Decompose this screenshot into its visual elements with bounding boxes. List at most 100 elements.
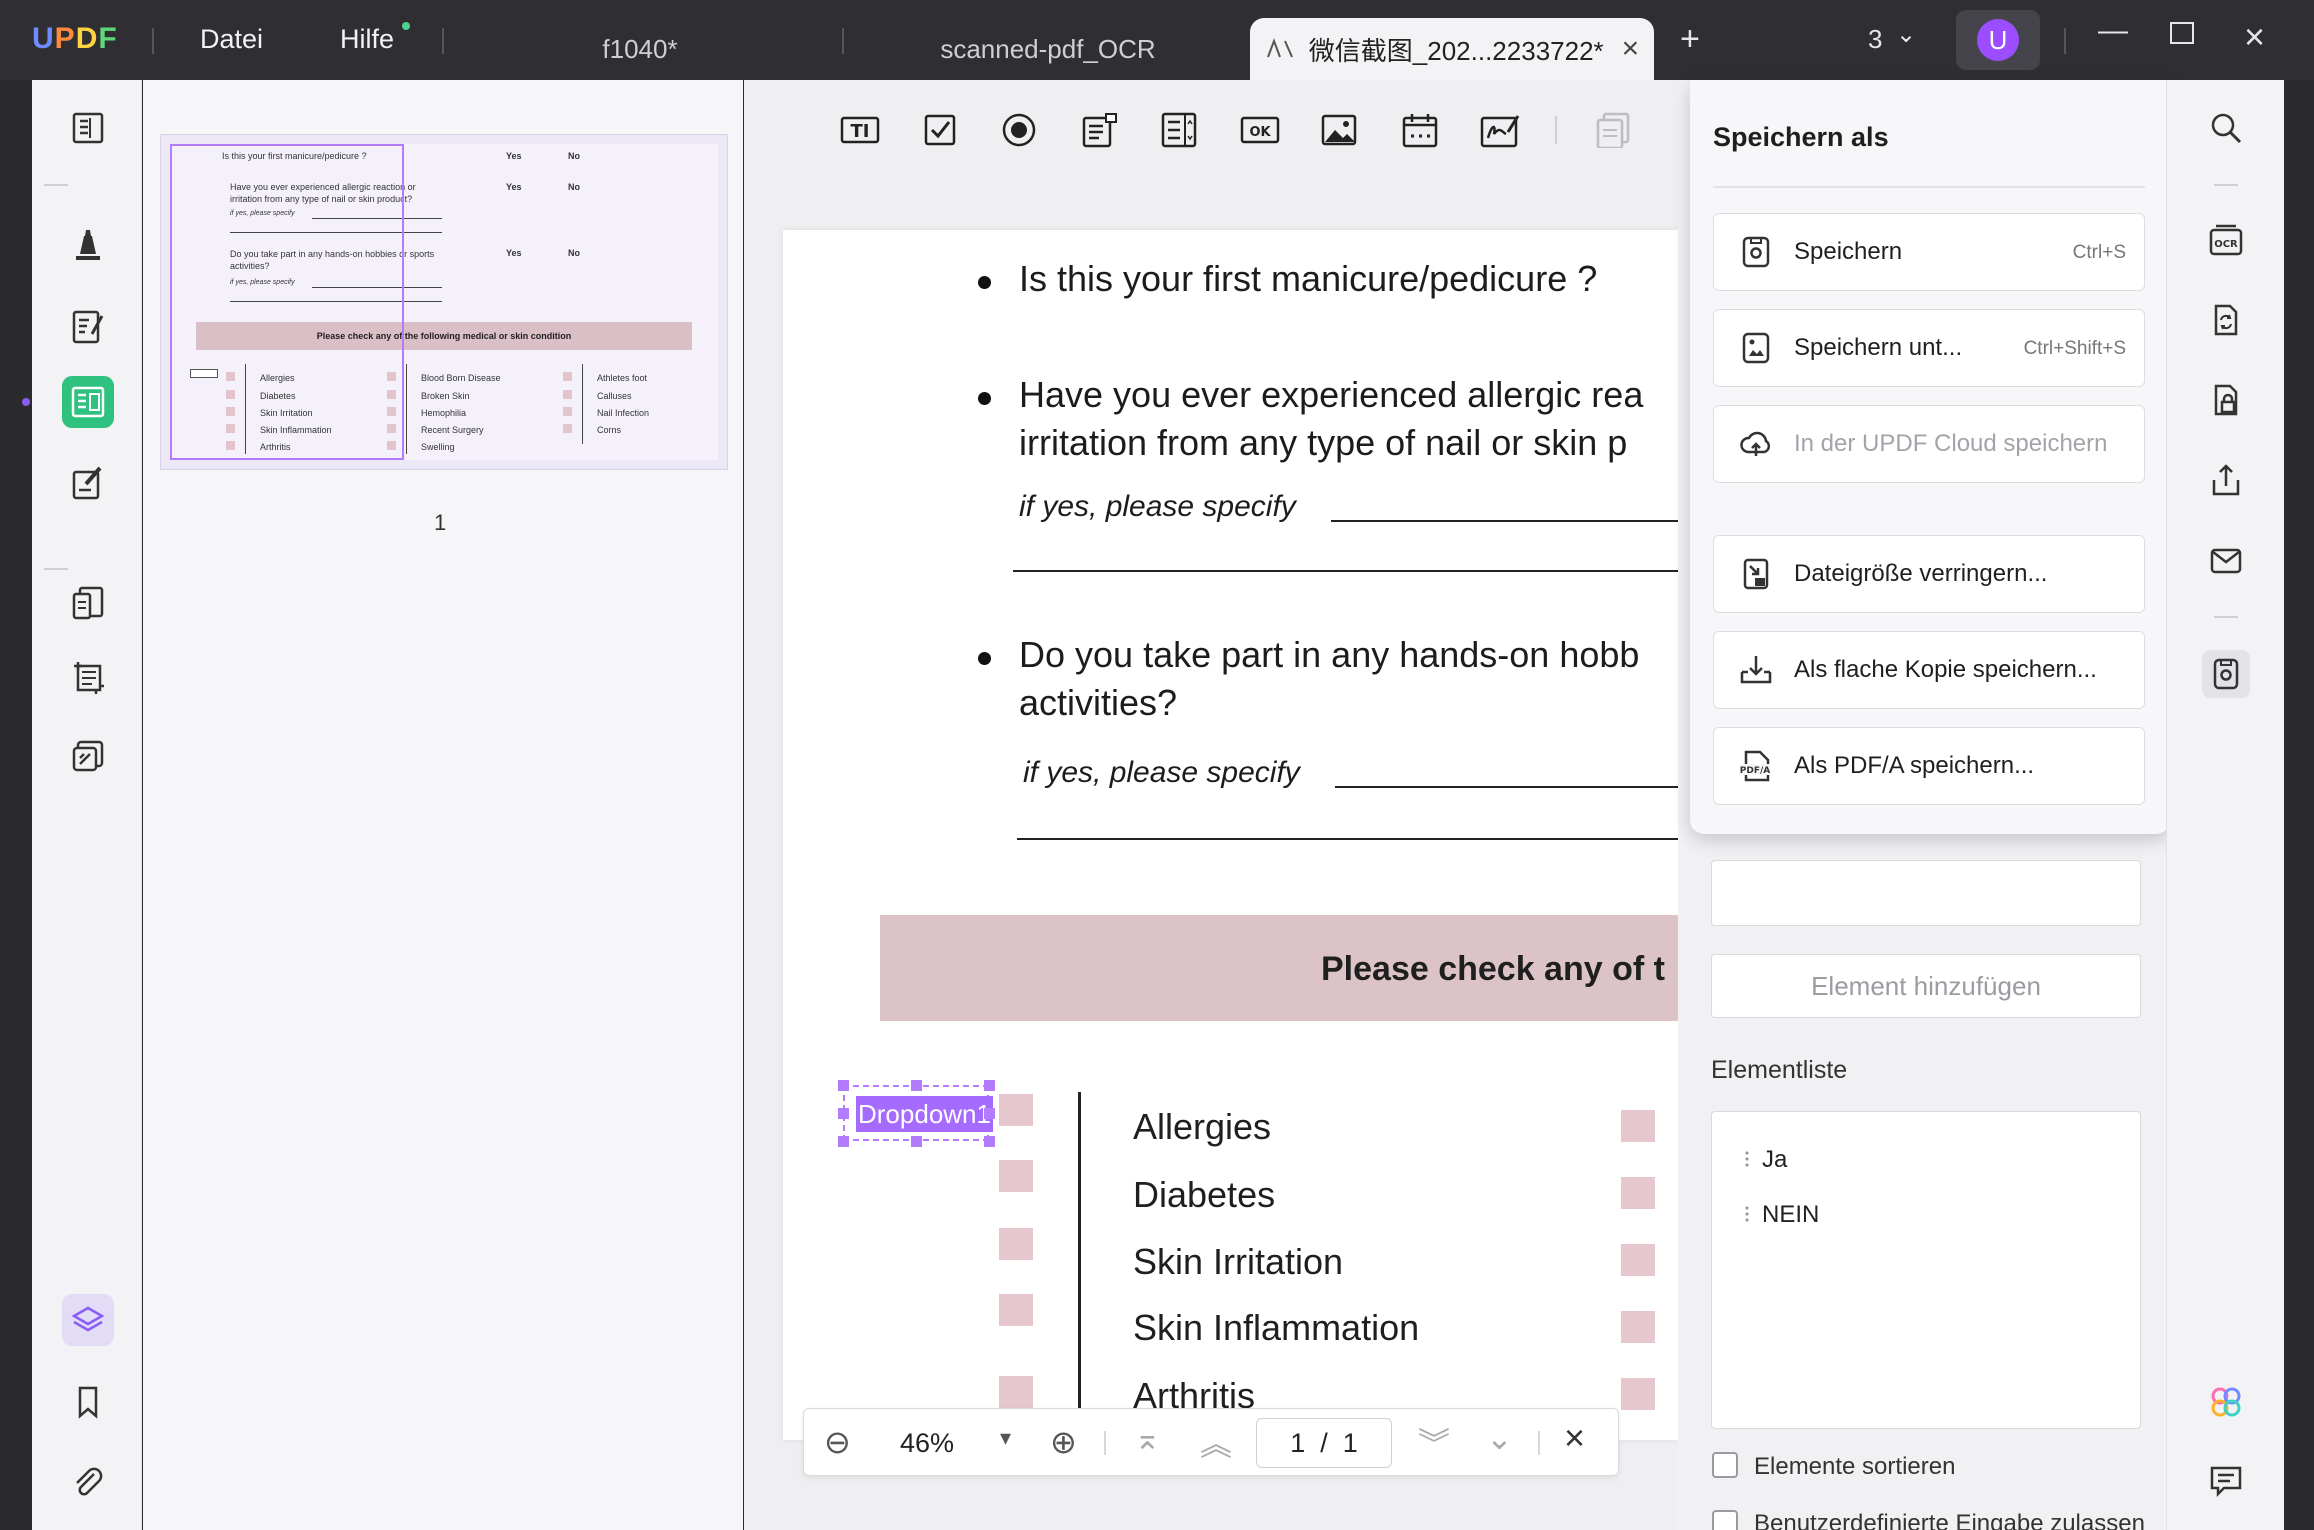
condition-checkbox[interactable] bbox=[1621, 1110, 1655, 1142]
resize-handle[interactable] bbox=[984, 1108, 995, 1119]
drag-handle-icon[interactable] bbox=[1744, 1150, 1750, 1168]
save-icon bbox=[1742, 236, 1770, 268]
zoom-dropdown-icon[interactable]: ▾ bbox=[1000, 1425, 1011, 1451]
zoom-level[interactable]: 46% bbox=[900, 1428, 954, 1459]
compress-icon bbox=[1743, 558, 1769, 590]
crop-pages-icon[interactable] bbox=[62, 650, 114, 702]
element-list-title: Elementliste bbox=[1711, 1056, 1848, 1084]
list-box-tool-icon[interactable] bbox=[1157, 110, 1201, 150]
item-text-input[interactable] bbox=[1711, 860, 2141, 926]
user-avatar[interactable]: U bbox=[1956, 10, 2040, 70]
close-window-icon[interactable]: × bbox=[2244, 16, 2265, 58]
reduce-file-size-button[interactable]: Dateigröße verringern... bbox=[1713, 535, 2145, 613]
zoom-out-icon[interactable]: ⊖ bbox=[824, 1423, 851, 1461]
attachment-icon[interactable] bbox=[62, 1456, 114, 1508]
thumb-yes: Yes bbox=[506, 151, 522, 161]
previous-page-icon[interactable]: ︽ bbox=[1200, 1419, 1232, 1465]
close-zoombar-icon[interactable]: × bbox=[1564, 1417, 1585, 1459]
ocr-icon[interactable]: OCR bbox=[2204, 218, 2248, 262]
chevron-down-icon[interactable]: ⌄ bbox=[1896, 20, 1916, 49]
thumb-checkbox bbox=[563, 372, 572, 381]
maximize-icon[interactable] bbox=[2170, 22, 2194, 44]
save-pdfa-button[interactable]: PDF/A Als PDF/A speichern... bbox=[1713, 727, 2145, 805]
resize-handle[interactable] bbox=[838, 1136, 849, 1147]
viewport-selection[interactable] bbox=[170, 144, 404, 460]
organize-pages-icon[interactable] bbox=[62, 576, 114, 628]
first-page-icon[interactable]: ⌅ bbox=[1134, 1419, 1161, 1457]
edit-pdf-icon[interactable] bbox=[62, 300, 114, 352]
dropdown-tool-icon[interactable] bbox=[1076, 110, 1120, 150]
close-tab-icon[interactable]: × bbox=[1622, 32, 1640, 66]
zoom-in-icon[interactable]: ⊕ bbox=[1050, 1423, 1077, 1461]
condition-checkbox[interactable] bbox=[999, 1228, 1033, 1260]
signature-tool-icon[interactable] bbox=[1478, 110, 1522, 150]
element-list-item[interactable]: NEIN bbox=[1762, 1201, 1819, 1229]
comment-icon[interactable] bbox=[2204, 1458, 2248, 1502]
email-icon[interactable] bbox=[2204, 538, 2248, 582]
condition-checkbox[interactable] bbox=[1621, 1244, 1655, 1276]
button-tool-icon[interactable]: OK bbox=[1238, 110, 1282, 150]
tab-f1040[interactable]: f1040* bbox=[470, 18, 810, 80]
tools-icon[interactable] bbox=[62, 730, 114, 782]
add-element-button[interactable]: Element hinzufügen bbox=[1711, 954, 2141, 1018]
save-button[interactable]: Speichern Ctrl+S bbox=[1713, 213, 2145, 291]
bookmark-icon[interactable] bbox=[62, 1376, 114, 1428]
date-field-tool-icon[interactable] bbox=[1398, 110, 1442, 150]
custom-input-checkbox[interactable] bbox=[1712, 1510, 1738, 1530]
resize-handle[interactable] bbox=[838, 1108, 849, 1119]
resize-handle[interactable] bbox=[911, 1080, 922, 1091]
tab-active-document[interactable]: 微信截图_202...2233722* × bbox=[1250, 18, 1654, 80]
convert-icon[interactable] bbox=[2204, 298, 2248, 342]
condition-checkbox[interactable] bbox=[999, 1094, 1033, 1126]
fill-sign-icon[interactable] bbox=[62, 456, 114, 508]
save-as-rail-icon[interactable] bbox=[2202, 650, 2250, 698]
resize-handle[interactable] bbox=[984, 1080, 995, 1091]
share-icon[interactable] bbox=[2204, 458, 2248, 502]
save-flattened-button[interactable]: Als flache Kopie speichern... bbox=[1713, 631, 2145, 709]
popup-title: Speichern als bbox=[1713, 122, 1889, 152]
prepare-form-icon[interactable] bbox=[62, 376, 114, 428]
element-list-item[interactable]: Ja bbox=[1762, 1146, 1787, 1174]
ai-assistant-icon[interactable] bbox=[2204, 1380, 2248, 1424]
save-to-cloud-button[interactable]: In der UPDF Cloud speichern bbox=[1713, 405, 2145, 483]
save-as-button[interactable]: Speichern unt... Ctrl+Shift+S bbox=[1713, 309, 2145, 387]
condition-checkbox[interactable] bbox=[1621, 1177, 1655, 1209]
condition-checkbox[interactable] bbox=[999, 1160, 1033, 1192]
search-icon[interactable] bbox=[2204, 106, 2248, 150]
rail-separator bbox=[2214, 184, 2238, 186]
reader-icon[interactable] bbox=[62, 102, 114, 154]
condition-checkbox[interactable] bbox=[999, 1294, 1033, 1326]
minimize-icon[interactable]: — bbox=[2098, 14, 2128, 48]
multiple-copies-icon[interactable] bbox=[1592, 110, 1636, 150]
thumb-no: No bbox=[568, 151, 580, 161]
layers-icon[interactable] bbox=[62, 1294, 114, 1346]
text-field-tool-icon[interactable]: TI bbox=[838, 110, 882, 150]
menu-datei[interactable]: Datei bbox=[200, 24, 263, 55]
comment-highlight-icon[interactable] bbox=[62, 218, 114, 270]
thumb-vrule bbox=[582, 364, 583, 444]
dropdown-field[interactable]: Dropdown1 bbox=[856, 1096, 993, 1132]
condition-checkbox[interactable] bbox=[1621, 1378, 1655, 1410]
condition-checkbox[interactable] bbox=[1621, 1311, 1655, 1343]
tab-scanned-pdf-ocr[interactable]: scanned-pdf_OCR bbox=[870, 18, 1226, 80]
last-page-icon[interactable]: ⌄ bbox=[1486, 1419, 1513, 1457]
resize-handle[interactable] bbox=[838, 1080, 849, 1091]
radio-button-tool-icon[interactable] bbox=[997, 110, 1041, 150]
image-field-tool-icon[interactable] bbox=[1317, 110, 1361, 150]
pdf-page[interactable]: Is this your first manicure/pedicure ? H… bbox=[783, 230, 1678, 1440]
tab-count[interactable]: 3 bbox=[1868, 24, 1882, 55]
menu-hilfe[interactable]: Hilfe bbox=[340, 24, 394, 55]
answer-line bbox=[1331, 520, 1678, 522]
page-indicator[interactable]: 1 / 1 bbox=[1256, 1418, 1392, 1468]
sort-elements-label: Elemente sortieren bbox=[1754, 1453, 1956, 1480]
sort-elements-checkbox[interactable] bbox=[1712, 1452, 1738, 1478]
drag-handle-icon[interactable] bbox=[1744, 1205, 1750, 1223]
condition-checkbox[interactable] bbox=[999, 1376, 1033, 1408]
resize-handle[interactable] bbox=[984, 1136, 995, 1147]
thumb-cond: Hemophilia bbox=[421, 408, 467, 418]
checkbox-tool-icon[interactable] bbox=[918, 110, 962, 150]
add-tab-button[interactable]: + bbox=[1680, 20, 1700, 59]
protect-icon[interactable] bbox=[2204, 378, 2248, 422]
next-page-icon[interactable]: ︾ bbox=[1418, 1419, 1450, 1465]
resize-handle[interactable] bbox=[911, 1136, 922, 1147]
